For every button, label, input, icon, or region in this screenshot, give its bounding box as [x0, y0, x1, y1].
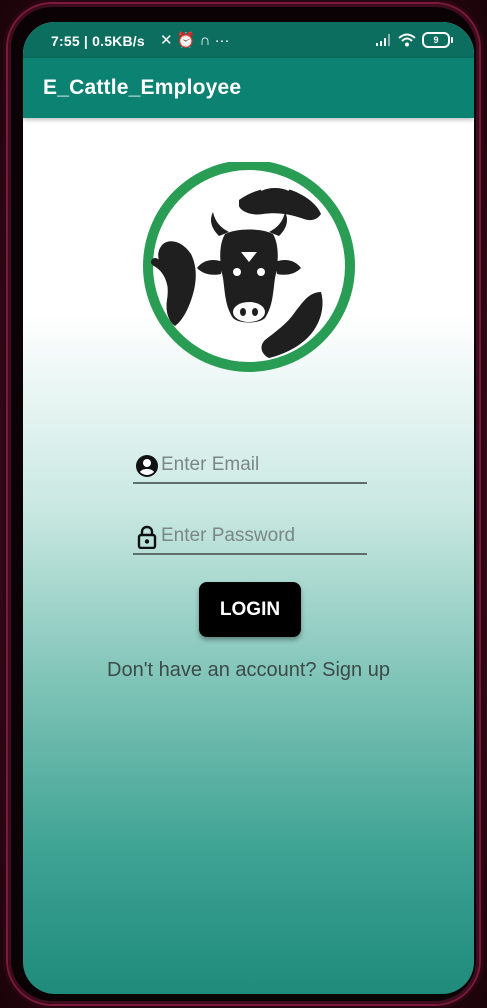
status-time: 7:55 | 0.5KB/s	[51, 33, 145, 49]
mute-icon: ✕	[160, 32, 173, 49]
email-field[interactable]	[133, 450, 367, 484]
app-title: E_Cattle_Employee	[43, 76, 242, 99]
account-circle-icon	[136, 455, 158, 477]
password-field[interactable]	[133, 521, 367, 555]
signal-icon	[376, 34, 390, 46]
alarm-icon: ⏰	[176, 32, 196, 49]
battery-icon: 9	[422, 32, 453, 48]
app-bar: E_Cattle_Employee	[23, 58, 474, 118]
cattle-care-logo	[143, 162, 355, 372]
device-background: 7:55 | 0.5KB/s ✕ ⏰ ∩ ··· 9 E_Cattle_Empl…	[0, 0, 487, 1008]
lock-icon	[137, 525, 157, 549]
status-bar: 7:55 | 0.5KB/s ✕ ⏰ ∩ ··· 9	[23, 22, 474, 58]
login-button[interactable]: LOGIN	[199, 582, 301, 637]
phone-screen: 7:55 | 0.5KB/s ✕ ⏰ ∩ ··· 9 E_Cattle_Empl…	[23, 22, 474, 994]
headphones-icon: ∩	[199, 32, 211, 49]
password-input[interactable]	[161, 523, 361, 549]
status-notification-icons: ✕ ⏰ ∩ ···	[160, 31, 230, 49]
wifi-icon	[398, 33, 416, 47]
email-input[interactable]	[161, 452, 361, 478]
more-dots-icon: ···	[214, 32, 230, 49]
status-right-icons: 9	[376, 32, 453, 48]
signup-link[interactable]: Don't have an account? Sign up	[23, 659, 474, 682]
